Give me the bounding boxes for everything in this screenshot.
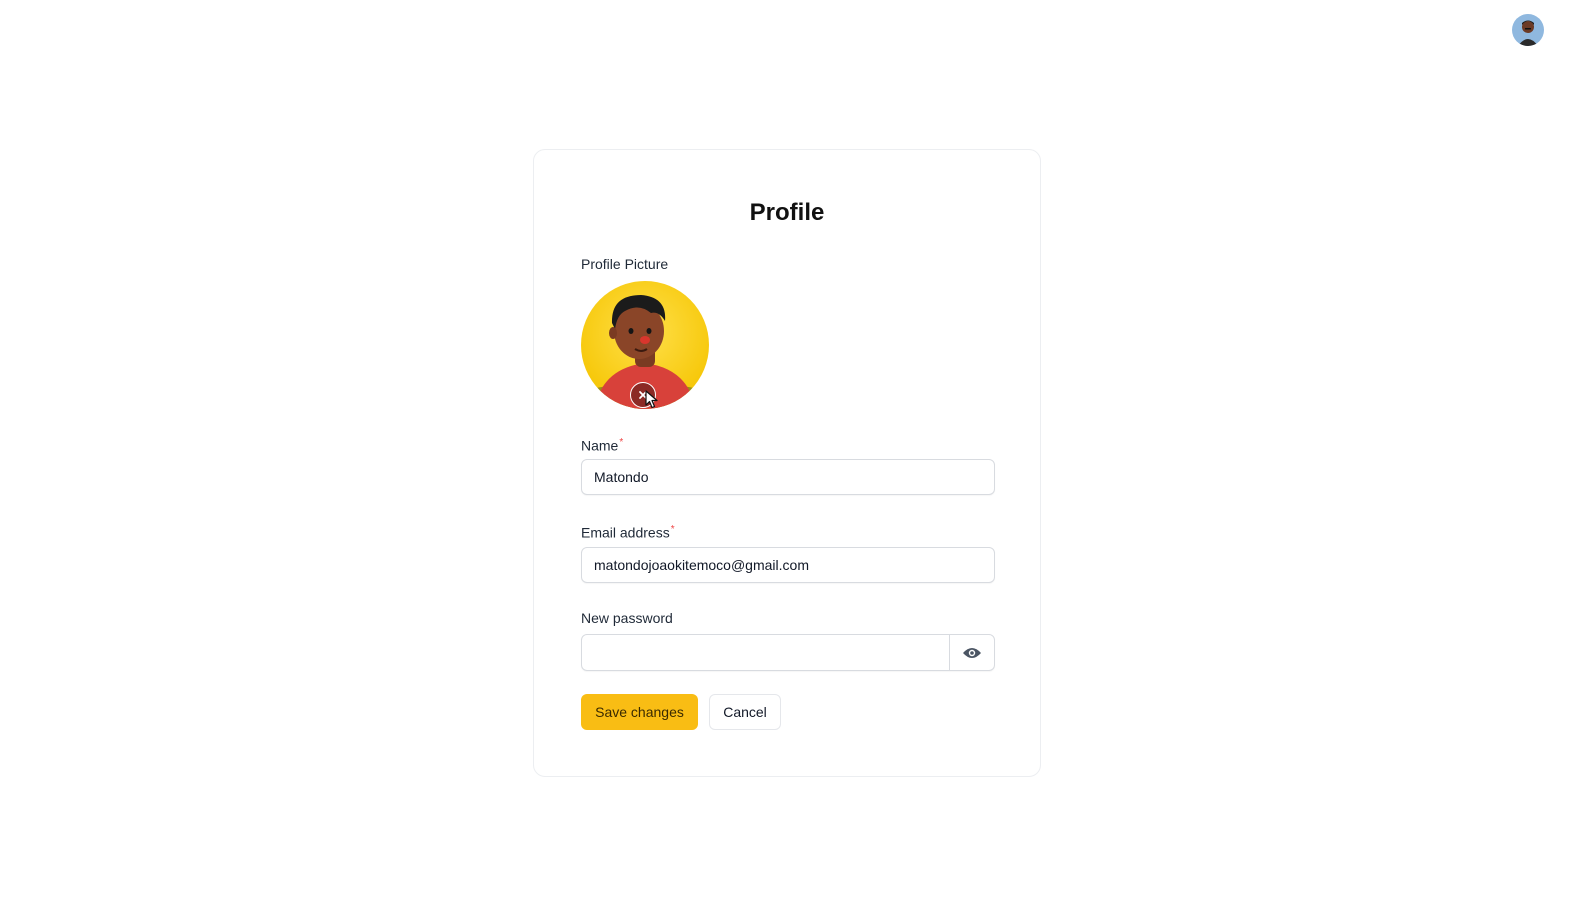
name-label: Name*	[581, 434, 623, 455]
profile-picture-label: Profile Picture	[581, 256, 669, 272]
new-password-label: New password	[581, 610, 673, 626]
profile-picture[interactable]	[581, 281, 709, 409]
save-changes-button[interactable]: Save changes	[581, 694, 698, 730]
name-label-text: Name	[581, 437, 619, 454]
user-avatar-icon	[1512, 14, 1544, 46]
profile-card: Profile Profile Picture Name* Matondo Em…	[533, 149, 1041, 777]
toggle-password-visibility-button[interactable]	[949, 635, 994, 670]
email-input[interactable]	[581, 547, 995, 583]
header-avatar[interactable]	[1512, 14, 1544, 46]
email-label: Email address*	[581, 521, 675, 542]
remove-picture-button[interactable]	[630, 382, 656, 408]
cancel-button[interactable]: Cancel	[709, 694, 781, 730]
required-mark: *	[670, 524, 675, 535]
close-icon	[639, 391, 647, 399]
page-title: Profile	[749, 199, 825, 226]
new-password-input[interactable]	[582, 635, 949, 670]
email-label-text: Email address	[581, 524, 670, 541]
name-input[interactable]	[581, 459, 995, 495]
eye-icon	[963, 647, 981, 658]
new-password-field	[581, 634, 995, 671]
required-mark: *	[619, 437, 624, 448]
profile-page: Profile Profile Picture Name* Matondo Em…	[0, 0, 1578, 918]
